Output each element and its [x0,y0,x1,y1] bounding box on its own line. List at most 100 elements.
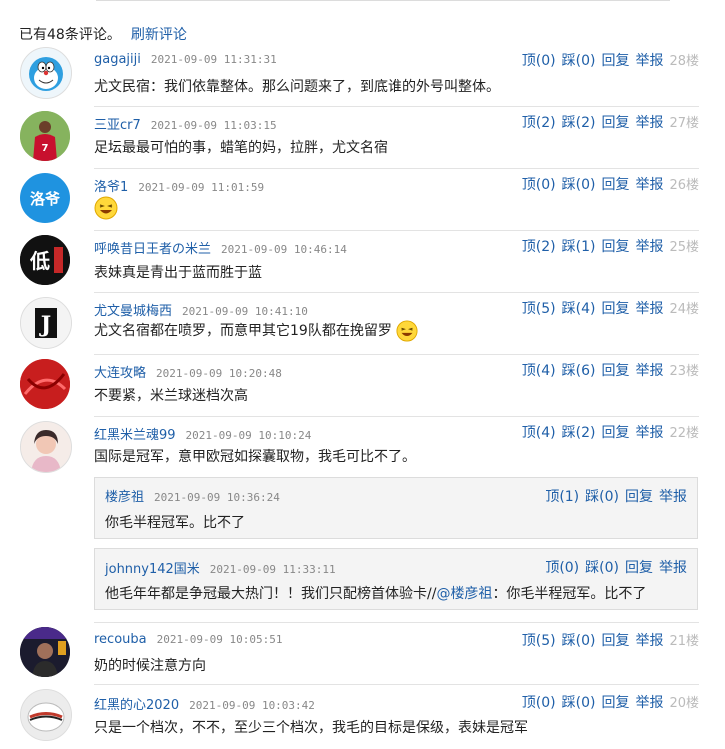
reply-block: johnny142国米 2021-09-09 11:33:11 顶(0) 踩(0) 回… [94,548,698,610]
ball-avatar-icon [21,690,71,740]
upvote-button[interactable]: 顶(0) [522,695,556,711]
username-link[interactable]: gagajiji [94,52,141,67]
avatar[interactable]: J [20,297,72,349]
upvote-button[interactable]: 顶(2) [522,239,556,255]
comment-meta: 三亚cr7 2021-09-09 11:03:15 [94,114,277,133]
juventus-logo-avatar-icon: J [21,298,71,348]
upvote-button[interactable]: 顶(0) [545,560,579,576]
comment-divider [94,292,699,293]
upvote-button[interactable]: 顶(4) [522,363,556,379]
username-link[interactable]: 红黑米兰魂99 [94,428,176,443]
avatar[interactable] [20,689,72,741]
downvote-button[interactable]: 踩(2) [562,115,596,131]
reply-button[interactable]: 回复 [601,695,629,711]
downvote-button[interactable]: 踩(0) [585,560,619,576]
report-button[interactable]: 举报 [635,53,663,69]
upvote-button[interactable]: 顶(2) [522,115,556,131]
downvote-button[interactable]: 踩(1) [562,239,596,255]
downvote-button[interactable]: 踩(6) [562,363,596,379]
downvote-button[interactable]: 踩(4) [562,301,596,317]
comment-text: 尤文名宿都在喷罗，而意甲其它19队都在挽留罗 [94,320,418,342]
upvote-button[interactable]: 顶(5) [522,301,556,317]
floor-number: 21楼 [669,634,699,649]
report-button[interactable]: 举报 [635,177,663,193]
upvote-button[interactable]: 顶(4) [522,425,556,441]
reply-button[interactable]: 回复 [601,363,629,379]
report-button[interactable]: 举报 [635,363,663,379]
reply-text: 他毛年年都是争冠最大热门！！我们只配榜首体验卡//@楼彦祖：你毛半程冠军。比不了 [105,586,647,602]
downvote-button[interactable]: 踩(0) [585,489,619,505]
mention-link[interactable]: @楼彦祖 [436,586,492,602]
avatar[interactable] [20,359,70,409]
avatar[interactable]: 低 [20,235,70,285]
downvote-button[interactable]: 踩(0) [562,53,596,69]
username-link[interactable]: 楼彦祖 [105,490,144,505]
reply-button[interactable]: 回复 [601,53,629,69]
reply-button[interactable]: 回复 [625,489,653,505]
comment-meta: 红黑的心2020 2021-09-09 10:03:42 [94,694,315,713]
username-link[interactable]: 三亚cr7 [94,118,141,133]
comment-text: 国际是冠军，意甲欧冠如探囊取物，我毛可比不了。 [94,449,416,465]
avatar[interactable] [20,421,72,473]
report-button[interactable]: 举报 [635,425,663,441]
floor-number: 25楼 [669,240,699,255]
player-avatar-icon: 7 [20,111,70,161]
comment-actions: 顶(4) 踩(2) 回复 举报 22楼 [516,422,699,442]
floor-number: 27楼 [669,116,699,131]
comment-summary: 已有48条评论。 刷新评论 [19,24,187,44]
downvote-button[interactable]: 踩(0) [562,177,596,193]
username-link[interactable]: 洛爷1 [94,180,128,195]
comment-text: 奶的时候注意方向 [94,658,206,674]
report-button[interactable]: 举报 [635,115,663,131]
username-link[interactable]: 大连攻略 [94,366,146,381]
upvote-button[interactable]: 顶(0) [522,177,556,193]
comment-meta: 红黑米兰魂99 2021-09-09 10:10:24 [94,424,311,443]
downvote-button[interactable]: 踩(0) [562,695,596,711]
username-link[interactable]: recouba [94,632,147,647]
avatar[interactable] [20,47,72,99]
upvote-button[interactable]: 顶(1) [545,489,579,505]
comment-text: 表妹真是青出于蓝而胜于蓝 [94,265,262,281]
upvote-button[interactable]: 顶(5) [522,633,556,649]
report-button[interactable]: 举报 [635,633,663,649]
comment-actions: 顶(0) 踩(0) 回复 举报 28楼 [516,50,699,70]
reply-button[interactable]: 回复 [625,560,653,576]
portrait-avatar-icon [21,422,71,472]
reply-button[interactable]: 回复 [601,425,629,441]
comment-time: 2021-09-09 11:01:59 [138,181,265,194]
avatar[interactable] [20,627,70,677]
comment-divider [94,622,699,623]
username-link[interactable]: 尤文曼城梅西 [94,304,172,319]
comment-meta: 大连攻略 2021-09-09 10:20:48 [94,362,282,381]
comment-actions: 顶(5) 踩(4) 回复 举报 24楼 [516,298,699,318]
report-button[interactable]: 举报 [659,489,687,505]
reply-button[interactable]: 回复 [601,115,629,131]
reply-button[interactable]: 回复 [601,239,629,255]
report-button[interactable]: 举报 [635,301,663,317]
floor-number: 28楼 [669,54,699,69]
reply-button[interactable]: 回复 [601,301,629,317]
comment-text: 不要紧，米兰球迷档次高 [94,388,248,404]
comment-meta: recouba 2021-09-09 10:05:51 [94,632,282,647]
report-button[interactable]: 举报 [635,695,663,711]
comment-time: 2021-09-09 10:41:10 [182,305,308,318]
avatar[interactable]: 洛爷 [20,173,70,223]
reply-button[interactable]: 回复 [601,177,629,193]
username-link[interactable]: 红黑的心2020 [94,698,179,713]
comment-text [94,196,118,220]
comment-divider [94,416,699,417]
report-button[interactable]: 举报 [635,239,663,255]
reply-button[interactable]: 回复 [601,633,629,649]
username-link[interactable]: johnny142国米 [105,562,200,577]
downvote-button[interactable]: 踩(0) [562,633,596,649]
report-button[interactable]: 举报 [659,560,687,576]
username-link[interactable]: 呼唤昔日王者の米兰 [94,242,211,257]
downvote-button[interactable]: 踩(2) [562,425,596,441]
comment-divider [94,684,699,685]
refresh-comments-link[interactable]: 刷新评论 [131,27,187,43]
comment-text: 只是一个档次，不不，至少三个档次，我毛的目标是保级，表妹是冠军 [94,720,528,736]
comment-meta: 呼唤昔日王者の米兰 2021-09-09 10:46:14 [94,238,347,257]
floor-number: 26楼 [669,178,699,193]
upvote-button[interactable]: 顶(0) [522,53,556,69]
avatar[interactable]: 7 [20,111,70,161]
